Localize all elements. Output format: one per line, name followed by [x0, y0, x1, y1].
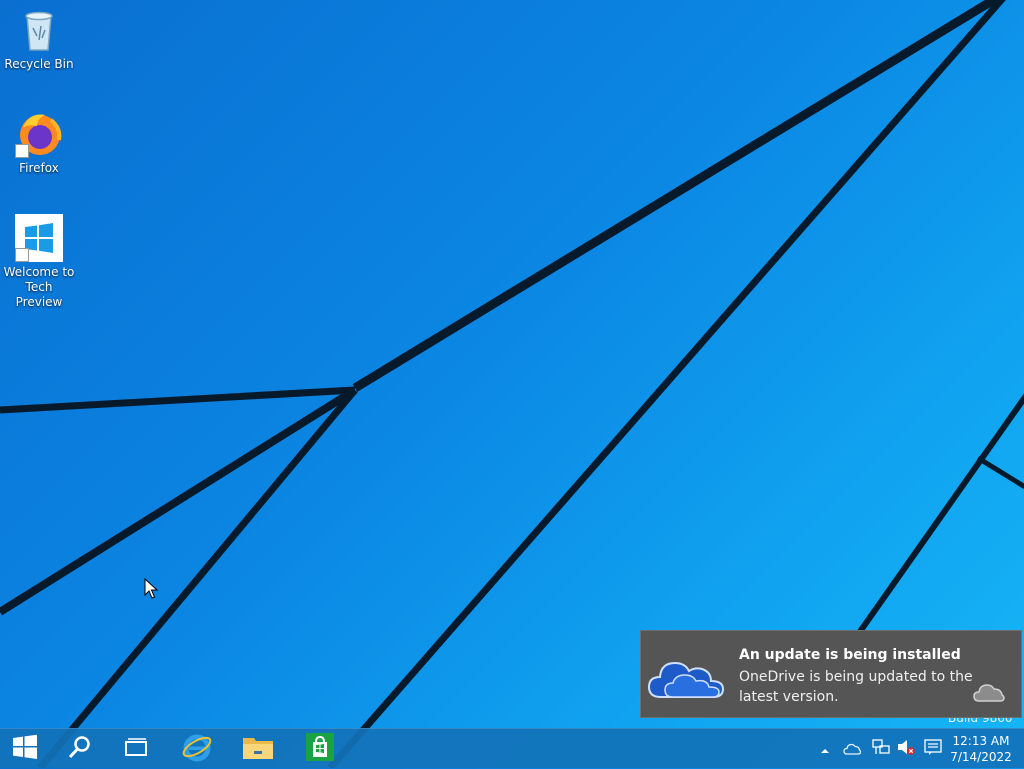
onedrive-icon	[647, 647, 727, 703]
onedrive-icon	[973, 681, 1005, 705]
desktop-icon-label: Firefox	[19, 161, 59, 175]
desktop-icon-recycle-bin[interactable]: Recycle Bin	[2, 6, 76, 72]
toast-title: An update is being installed	[739, 647, 961, 663]
taskbar-internet-explorer[interactable]	[172, 729, 222, 769]
desktop-icon-label: Recycle Bin	[4, 57, 74, 71]
recycle-bin-icon	[15, 6, 63, 54]
tray-volume[interactable]	[896, 739, 916, 759]
taskbar-file-explorer[interactable]	[233, 729, 283, 769]
windows-logo-icon	[15, 214, 63, 262]
store-icon	[305, 732, 335, 766]
show-hidden-icons-button[interactable]	[815, 739, 835, 759]
internet-explorer-icon	[181, 731, 213, 767]
desktop-icon-label: Welcome to Tech Preview	[3, 265, 75, 309]
taskbar: 12:13 AM 7/14/2022	[0, 728, 1024, 768]
search-icon	[68, 735, 92, 763]
mouse-cursor-icon	[144, 577, 159, 604]
toast-body: OneDrive is being updated to the latest …	[739, 669, 973, 705]
desktop-icon-firefox[interactable]: Firefox	[2, 110, 76, 176]
toast-notification[interactable]: An update is being installed OneDrive is…	[640, 630, 1022, 718]
desktop-icon-welcome[interactable]: Welcome to Tech Preview	[2, 214, 76, 310]
search-button[interactable]	[55, 729, 105, 769]
windows-logo-icon	[12, 734, 38, 764]
start-button[interactable]	[0, 729, 50, 769]
volume-muted-icon	[897, 738, 915, 760]
firefox-icon	[15, 110, 63, 158]
tray-onedrive[interactable]	[842, 739, 862, 759]
task-view-button[interactable]	[111, 729, 161, 769]
shortcut-arrow-icon	[15, 144, 29, 158]
taskbar-store[interactable]	[295, 729, 345, 769]
tray-network[interactable]	[871, 739, 891, 759]
tray-action-center[interactable]	[923, 739, 943, 759]
clock-date: 7/14/2022	[950, 750, 1012, 764]
folder-icon	[242, 733, 274, 765]
shortcut-arrow-icon	[15, 248, 29, 262]
clock-time: 12:13 AM	[952, 734, 1010, 748]
action-center-icon	[924, 739, 942, 759]
chevron-up-icon	[820, 740, 830, 759]
taskbar-clock[interactable]: 12:13 AM 7/14/2022	[944, 733, 1018, 765]
task-view-icon	[123, 737, 149, 761]
network-icon	[872, 738, 890, 760]
onedrive-icon	[843, 740, 862, 759]
